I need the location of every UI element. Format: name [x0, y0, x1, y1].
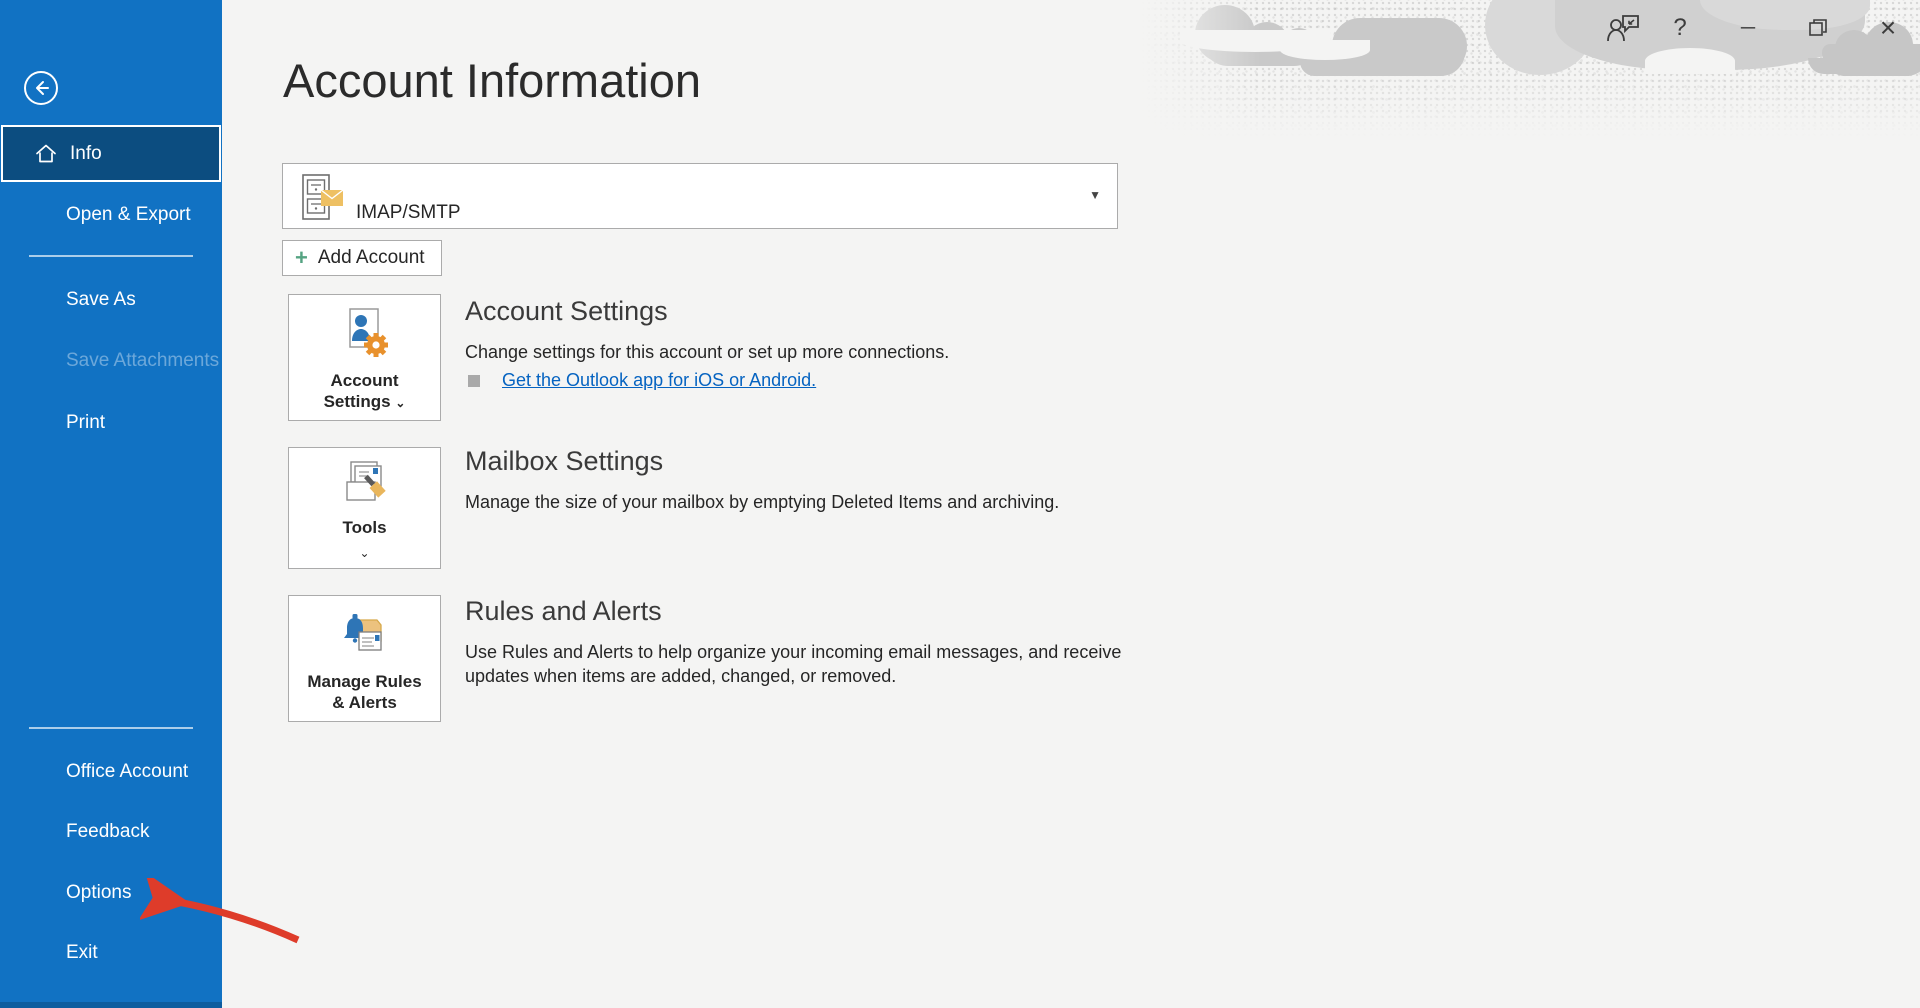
tools-button[interactable]: Tools ⌄ [288, 447, 441, 569]
sidebar-divider [29, 255, 193, 257]
sidebar-item-info[interactable]: Info [1, 125, 221, 182]
caret-down-icon: ▼ [1089, 188, 1101, 202]
add-account-button[interactable]: + Add Account [282, 240, 442, 276]
sidebar-item-office-account[interactable]: Office Account [0, 750, 222, 794]
manage-rules-alerts-button-label: Manage Rules & Alerts [289, 669, 440, 714]
chevron-down-icon: ⌄ [289, 546, 440, 560]
sidebar-divider [29, 727, 193, 729]
tools-button-label: Tools [289, 517, 440, 538]
restore-button[interactable] [1798, 8, 1838, 48]
account-settings-button-label: Account Settings ⌄ [289, 368, 440, 413]
section-heading-account-settings: Account Settings [465, 296, 668, 327]
account-selector-value: IMAP/SMTP [356, 202, 461, 224]
back-icon [31, 78, 51, 98]
sidebar-bottom-strip [0, 1002, 222, 1008]
back-button[interactable] [24, 71, 58, 105]
sidebar-item-label: Info [70, 143, 102, 165]
sidebar-item-label: Feedback [66, 821, 149, 843]
sidebar-item-label: Office Account [66, 761, 188, 783]
add-account-label: Add Account [318, 247, 425, 269]
minimize-button[interactable]: ─ [1728, 8, 1768, 48]
home-icon [35, 143, 57, 164]
sidebar-item-label: Print [66, 412, 105, 434]
backstage-sidebar: Info Open & Export Save As Save Attachme… [0, 0, 222, 1008]
sidebar-item-save-as[interactable]: Save As [0, 278, 222, 322]
page-title: Account Information [283, 53, 701, 108]
account-settings-button[interactable]: Account Settings ⌄ [288, 294, 441, 421]
close-icon: × [1880, 12, 1896, 44]
sidebar-item-save-attachments: Save Attachments [0, 339, 222, 383]
sidebar-item-label: Save Attachments [66, 350, 219, 372]
sidebar-item-label: Save As [66, 289, 136, 311]
sidebar-item-label: Exit [66, 942, 98, 964]
cloud-carve [1280, 40, 1370, 60]
get-outlook-app-link[interactable]: Get the Outlook app for iOS or Android. [502, 370, 816, 391]
manage-rules-alerts-button[interactable]: Manage Rules & Alerts [288, 595, 441, 722]
section-heading-rules-alerts: Rules and Alerts [465, 596, 662, 627]
tools-icon [337, 458, 393, 512]
account-settings-icon [339, 307, 391, 363]
section-body-mailbox-settings: Manage the size of your mailbox by empty… [465, 490, 1125, 514]
section-body-account-settings: Change settings for this account or set … [465, 340, 1125, 364]
sidebar-item-options[interactable]: Options [0, 871, 222, 915]
section-body-rules-alerts: Use Rules and Alerts to help organize yo… [465, 640, 1125, 689]
sidebar-item-label: Open & Export [66, 204, 191, 226]
outlook-app-bullet-row: Get the Outlook app for iOS or Android. [468, 370, 816, 391]
rules-icon [337, 608, 393, 664]
cloud-fade [1140, 0, 1260, 150]
sidebar-item-feedback[interactable]: Feedback [0, 810, 222, 854]
mailbox-account-icon [301, 173, 357, 221]
sidebar-item-exit[interactable]: Exit [0, 931, 222, 975]
section-heading-mailbox-settings: Mailbox Settings [465, 446, 663, 477]
sidebar-item-label: Options [66, 882, 131, 904]
feedback-person-icon [1606, 12, 1642, 44]
sidebar-item-print[interactable]: Print [0, 401, 222, 445]
sidebar-item-open-export[interactable]: Open & Export [0, 193, 222, 237]
chevron-down-icon: ⌄ [395, 396, 405, 410]
minimize-icon: ─ [1741, 17, 1755, 40]
restore-icon [1808, 18, 1828, 38]
help-button[interactable]: ? [1660, 8, 1700, 48]
account-selector-dropdown[interactable]: IMAP/SMTP ▼ [282, 163, 1118, 229]
close-button[interactable]: × [1868, 8, 1908, 48]
cloud-carve [1645, 48, 1735, 74]
help-icon: ? [1673, 14, 1686, 42]
contact-support-button[interactable] [1598, 8, 1650, 48]
bullet-square-icon [468, 375, 480, 387]
plus-icon: + [295, 247, 308, 269]
